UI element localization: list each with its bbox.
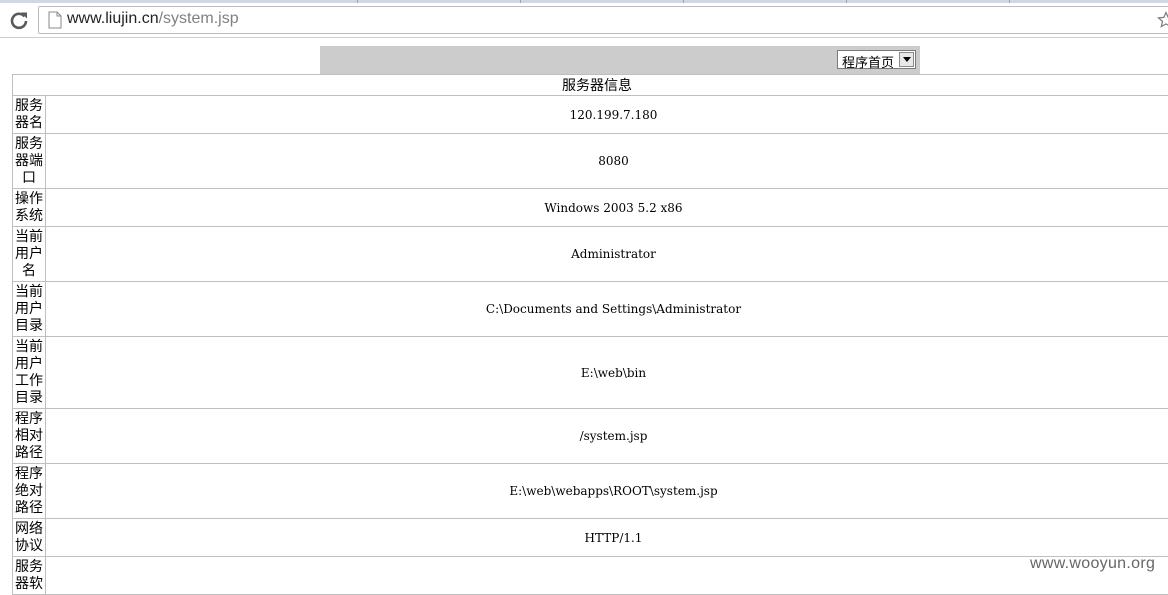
row-label: 服务器名 xyxy=(13,96,46,134)
table-row: 操作系统 Windows 2003 5.2 x86 xyxy=(13,189,1168,227)
table-row: 程序绝对路径 E:\web\webapps\ROOT\system.jsp xyxy=(13,464,1168,519)
row-label: 网络协议 xyxy=(13,519,46,557)
page-nav-selected: 程序首页 xyxy=(842,52,894,71)
table-header-row: 服务器信息 xyxy=(13,75,1168,96)
page-menu-bar xyxy=(320,46,920,74)
row-label: 服务器软 xyxy=(13,557,46,595)
url-path: /system.jsp xyxy=(159,10,239,27)
row-value xyxy=(46,557,1168,595)
table-row: 当前用户目录 C:\Documents and Settings\Adminis… xyxy=(13,282,1168,337)
table-title: 服务器信息 xyxy=(13,75,1168,96)
browser-toolbar: www.liujin.cn/system.jsp xyxy=(0,3,1168,38)
row-label: 服务器端口 xyxy=(13,134,46,189)
server-info-table: 服务器信息 服务器名 120.199.7.180 服务器端口 8080 操作系统… xyxy=(12,74,1168,595)
row-value: /system.jsp xyxy=(46,409,1168,464)
reload-icon[interactable] xyxy=(8,9,30,31)
row-label: 当前用户目录 xyxy=(13,282,46,337)
table-row: 服务器名 120.199.7.180 xyxy=(13,96,1168,134)
row-label: 程序相对路径 xyxy=(13,409,46,464)
table-row: 当前用户名 Administrator xyxy=(13,227,1168,282)
page-nav-select[interactable]: 程序首页 xyxy=(837,50,916,69)
table-row: 网络协议 HTTP/1.1 xyxy=(13,519,1168,557)
bookmark-star-icon[interactable] xyxy=(1157,11,1168,29)
row-value: 8080 xyxy=(46,134,1168,189)
table-row: 程序相对路径 /system.jsp xyxy=(13,409,1168,464)
watermark: www.wooyun.org xyxy=(1030,555,1155,573)
table-row: 服务器软 xyxy=(13,557,1168,595)
row-label: 程序绝对路径 xyxy=(13,464,46,519)
url-text: www.liujin.cn/system.jsp xyxy=(67,10,239,28)
row-value: E:\web\webapps\ROOT\system.jsp xyxy=(46,464,1168,519)
row-label: 当前用户工作目录 xyxy=(13,337,46,409)
row-value: Windows 2003 5.2 x86 xyxy=(46,189,1168,227)
url-host: www.liujin.cn xyxy=(67,10,159,27)
row-value: HTTP/1.1 xyxy=(46,519,1168,557)
row-value: 120.199.7.180 xyxy=(46,96,1168,134)
row-value: E:\web\bin xyxy=(46,337,1168,409)
chevron-down-icon[interactable] xyxy=(899,52,914,67)
address-bar[interactable]: www.liujin.cn/system.jsp xyxy=(38,6,1168,34)
row-value: Administrator xyxy=(46,227,1168,282)
table-row: 当前用户工作目录 E:\web\bin xyxy=(13,337,1168,409)
row-label: 操作系统 xyxy=(13,189,46,227)
row-label: 当前用户名 xyxy=(13,227,46,282)
row-value: C:\Documents and Settings\Administrator xyxy=(46,282,1168,337)
table-row: 服务器端口 8080 xyxy=(13,134,1168,189)
page-icon xyxy=(47,11,63,29)
